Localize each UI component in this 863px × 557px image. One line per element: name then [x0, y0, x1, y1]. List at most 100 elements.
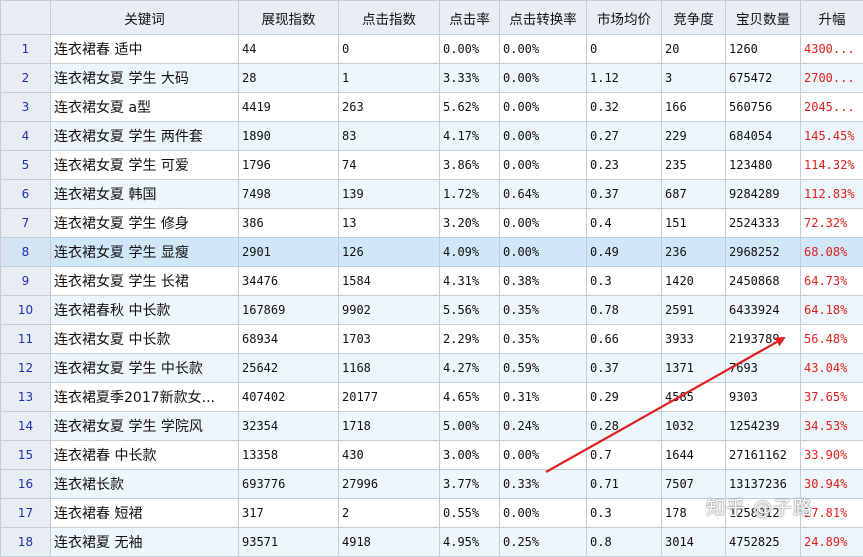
ctr-cell: 2.29%	[440, 325, 500, 354]
conversion-cell: 0.00%	[500, 122, 587, 151]
clicks-cell: 9902	[339, 296, 440, 325]
col-header-item-count[interactable]: 宝贝数量	[726, 1, 801, 35]
ctr-cell: 4.95%	[440, 528, 500, 557]
table-row[interactable]: 1连衣裙春 适中4400.00%0.00%02012604300...	[1, 35, 863, 64]
clicks-cell: 1718	[339, 412, 440, 441]
conversion-cell: 0.00%	[500, 499, 587, 528]
rise-cell: 145.45%	[801, 122, 863, 151]
competition-cell: 687	[662, 180, 726, 209]
item-count-cell: 123480	[726, 151, 801, 180]
item-count-cell: 560756	[726, 93, 801, 122]
avg-price-cell: 0.37	[587, 354, 662, 383]
col-header-avg-price[interactable]: 市场均价	[587, 1, 662, 35]
col-header-competition[interactable]: 竞争度	[662, 1, 726, 35]
clicks-cell: 74	[339, 151, 440, 180]
avg-price-cell: 0.28	[587, 412, 662, 441]
row-index: 5	[1, 151, 51, 180]
keyword-cell: 连衣裙春秋 中长款	[51, 296, 239, 325]
item-count-cell: 1260	[726, 35, 801, 64]
table-row[interactable]: 9连衣裙女夏 学生 长裙3447615844.31%0.38%0.3142024…	[1, 267, 863, 296]
competition-cell: 236	[662, 238, 726, 267]
impressions-cell: 68934	[239, 325, 339, 354]
conversion-cell: 0.35%	[500, 296, 587, 325]
avg-price-cell: 0.27	[587, 122, 662, 151]
table-row[interactable]: 11连衣裙女夏 中长款6893417032.29%0.35%0.66393321…	[1, 325, 863, 354]
avg-price-cell: 0.8	[587, 528, 662, 557]
competition-cell: 229	[662, 122, 726, 151]
rise-cell: 114.32%	[801, 151, 863, 180]
col-header-keyword[interactable]: 关键词	[51, 1, 239, 35]
col-header-clicks[interactable]: 点击指数	[339, 1, 440, 35]
impressions-cell: 1890	[239, 122, 339, 151]
ctr-cell: 0.55%	[440, 499, 500, 528]
keyword-cell: 连衣裙女夏 韩国	[51, 180, 239, 209]
conversion-cell: 0.35%	[500, 325, 587, 354]
item-count-cell: 2968252	[726, 238, 801, 267]
competition-cell: 1420	[662, 267, 726, 296]
table-row[interactable]: 14连衣裙女夏 学生 学院风3235417185.00%0.24%0.28103…	[1, 412, 863, 441]
rise-cell: 2045...	[801, 93, 863, 122]
table-row[interactable]: 4连衣裙女夏 学生 两件套1890834.17%0.00%0.272296840…	[1, 122, 863, 151]
ctr-cell: 5.56%	[440, 296, 500, 325]
table-row[interactable]: 7连衣裙女夏 学生 修身386133.20%0.00%0.41512524333…	[1, 209, 863, 238]
table-row[interactable]: 18连衣裙夏 无袖9357149184.95%0.25%0.8301447528…	[1, 528, 863, 557]
keyword-cell: 连衣裙女夏 学生 两件套	[51, 122, 239, 151]
table-row[interactable]: 15连衣裙春 中长款133584303.00%0.00%0.7164427161…	[1, 441, 863, 470]
item-count-cell: 2450868	[726, 267, 801, 296]
clicks-cell: 126	[339, 238, 440, 267]
corner-cell	[1, 1, 51, 35]
row-index: 6	[1, 180, 51, 209]
table-row[interactable]: 5连衣裙女夏 学生 可爱1796743.86%0.00%0.2323512348…	[1, 151, 863, 180]
keyword-cell: 连衣裙夏季2017新款女...	[51, 383, 239, 412]
table-row[interactable]: 6连衣裙女夏 韩国74981391.72%0.64%0.376879284289…	[1, 180, 863, 209]
table-row[interactable]: 12连衣裙女夏 学生 中长款2564211684.27%0.59%0.37137…	[1, 354, 863, 383]
keyword-cell: 连衣裙女夏 中长款	[51, 325, 239, 354]
avg-price-cell: 0.7	[587, 441, 662, 470]
keyword-table: 关键词 展现指数 点击指数 点击率 点击转换率 市场均价 竞争度 宝贝数量 升幅…	[0, 0, 863, 557]
ctr-cell: 3.20%	[440, 209, 500, 238]
avg-price-cell: 0.3	[587, 499, 662, 528]
impressions-cell: 28	[239, 64, 339, 93]
keyword-cell: 连衣裙夏 无袖	[51, 528, 239, 557]
avg-price-cell: 0.23	[587, 151, 662, 180]
col-header-ctr[interactable]: 点击率	[440, 1, 500, 35]
avg-price-cell: 1.12	[587, 64, 662, 93]
impressions-cell: 693776	[239, 470, 339, 499]
avg-price-cell: 0.3	[587, 267, 662, 296]
impressions-cell: 386	[239, 209, 339, 238]
impressions-cell: 34476	[239, 267, 339, 296]
rise-cell: 4300...	[801, 35, 863, 64]
impressions-cell: 4419	[239, 93, 339, 122]
conversion-cell: 0.00%	[500, 35, 587, 64]
keyword-cell: 连衣裙女夏 学生 修身	[51, 209, 239, 238]
item-count-cell: 4752825	[726, 528, 801, 557]
table-row[interactable]: 3连衣裙女夏 a型44192635.62%0.00%0.321665607562…	[1, 93, 863, 122]
col-header-conversion[interactable]: 点击转换率	[500, 1, 587, 35]
row-index: 18	[1, 528, 51, 557]
competition-cell: 2591	[662, 296, 726, 325]
col-header-impressions[interactable]: 展现指数	[239, 1, 339, 35]
ctr-cell: 4.09%	[440, 238, 500, 267]
rise-cell: 2700...	[801, 64, 863, 93]
table-row[interactable]: 10连衣裙春秋 中长款16786999025.56%0.35%0.7825916…	[1, 296, 863, 325]
item-count-cell: 1254239	[726, 412, 801, 441]
ctr-cell: 5.62%	[440, 93, 500, 122]
impressions-cell: 167869	[239, 296, 339, 325]
rise-cell: 34.53%	[801, 412, 863, 441]
competition-cell: 4585	[662, 383, 726, 412]
ctr-cell: 4.31%	[440, 267, 500, 296]
row-index: 16	[1, 470, 51, 499]
avg-price-cell: 0.78	[587, 296, 662, 325]
col-header-rise[interactable]: 升幅	[801, 1, 863, 35]
conversion-cell: 0.00%	[500, 64, 587, 93]
clicks-cell: 263	[339, 93, 440, 122]
table-row[interactable]: 13连衣裙夏季2017新款女...407402201774.65%0.31%0.…	[1, 383, 863, 412]
item-count-cell: 7693	[726, 354, 801, 383]
row-index: 9	[1, 267, 51, 296]
ctr-cell: 3.00%	[440, 441, 500, 470]
clicks-cell: 83	[339, 122, 440, 151]
table-row[interactable]: 8连衣裙女夏 学生 显瘦29011264.09%0.00%0.492362968…	[1, 238, 863, 267]
table-row[interactable]: 2连衣裙女夏 学生 大码2813.33%0.00%1.1236754722700…	[1, 64, 863, 93]
conversion-cell: 0.25%	[500, 528, 587, 557]
competition-cell: 166	[662, 93, 726, 122]
